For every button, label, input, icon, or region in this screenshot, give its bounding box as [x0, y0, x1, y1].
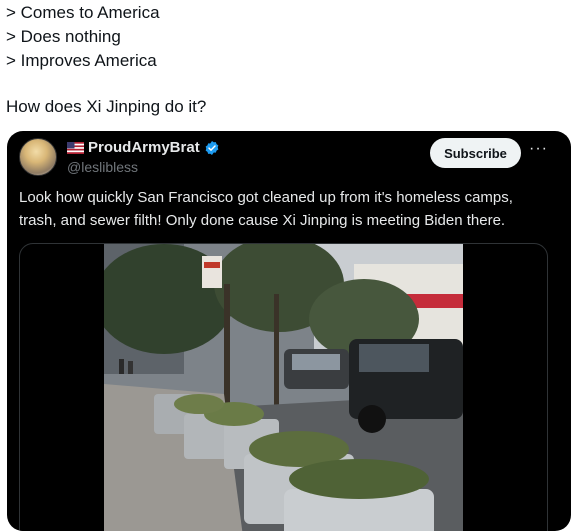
- more-icon[interactable]: ···: [529, 140, 548, 158]
- quoted-tweet-card[interactable]: ProudArmyBrat @leslibless Subscribe ··· …: [7, 131, 571, 531]
- post-text-lines: > Comes to America > Does nothing > Impr…: [6, 1, 160, 73]
- post-line: > Comes to America: [6, 3, 160, 22]
- subscribe-button[interactable]: Subscribe: [430, 138, 521, 168]
- verified-badge-icon: [205, 140, 219, 155]
- video-frame[interactable]: [104, 244, 463, 531]
- street-scene-illustration: [104, 244, 463, 531]
- video-media[interactable]: [19, 243, 548, 531]
- quoted-tweet-text: Look how quickly San Francisco got clean…: [19, 189, 513, 229]
- post-line: > Improves America: [6, 51, 157, 70]
- author-name-row[interactable]: ProudArmyBrat: [67, 139, 220, 156]
- post-question: How does Xi Jinping do it?: [6, 97, 207, 116]
- us-flag-icon: [67, 141, 84, 154]
- post-line: > Does nothing: [6, 27, 121, 46]
- author-display-name[interactable]: ProudArmyBrat: [88, 139, 200, 156]
- avatar[interactable]: [19, 138, 57, 176]
- author-handle[interactable]: @leslibless: [67, 159, 138, 175]
